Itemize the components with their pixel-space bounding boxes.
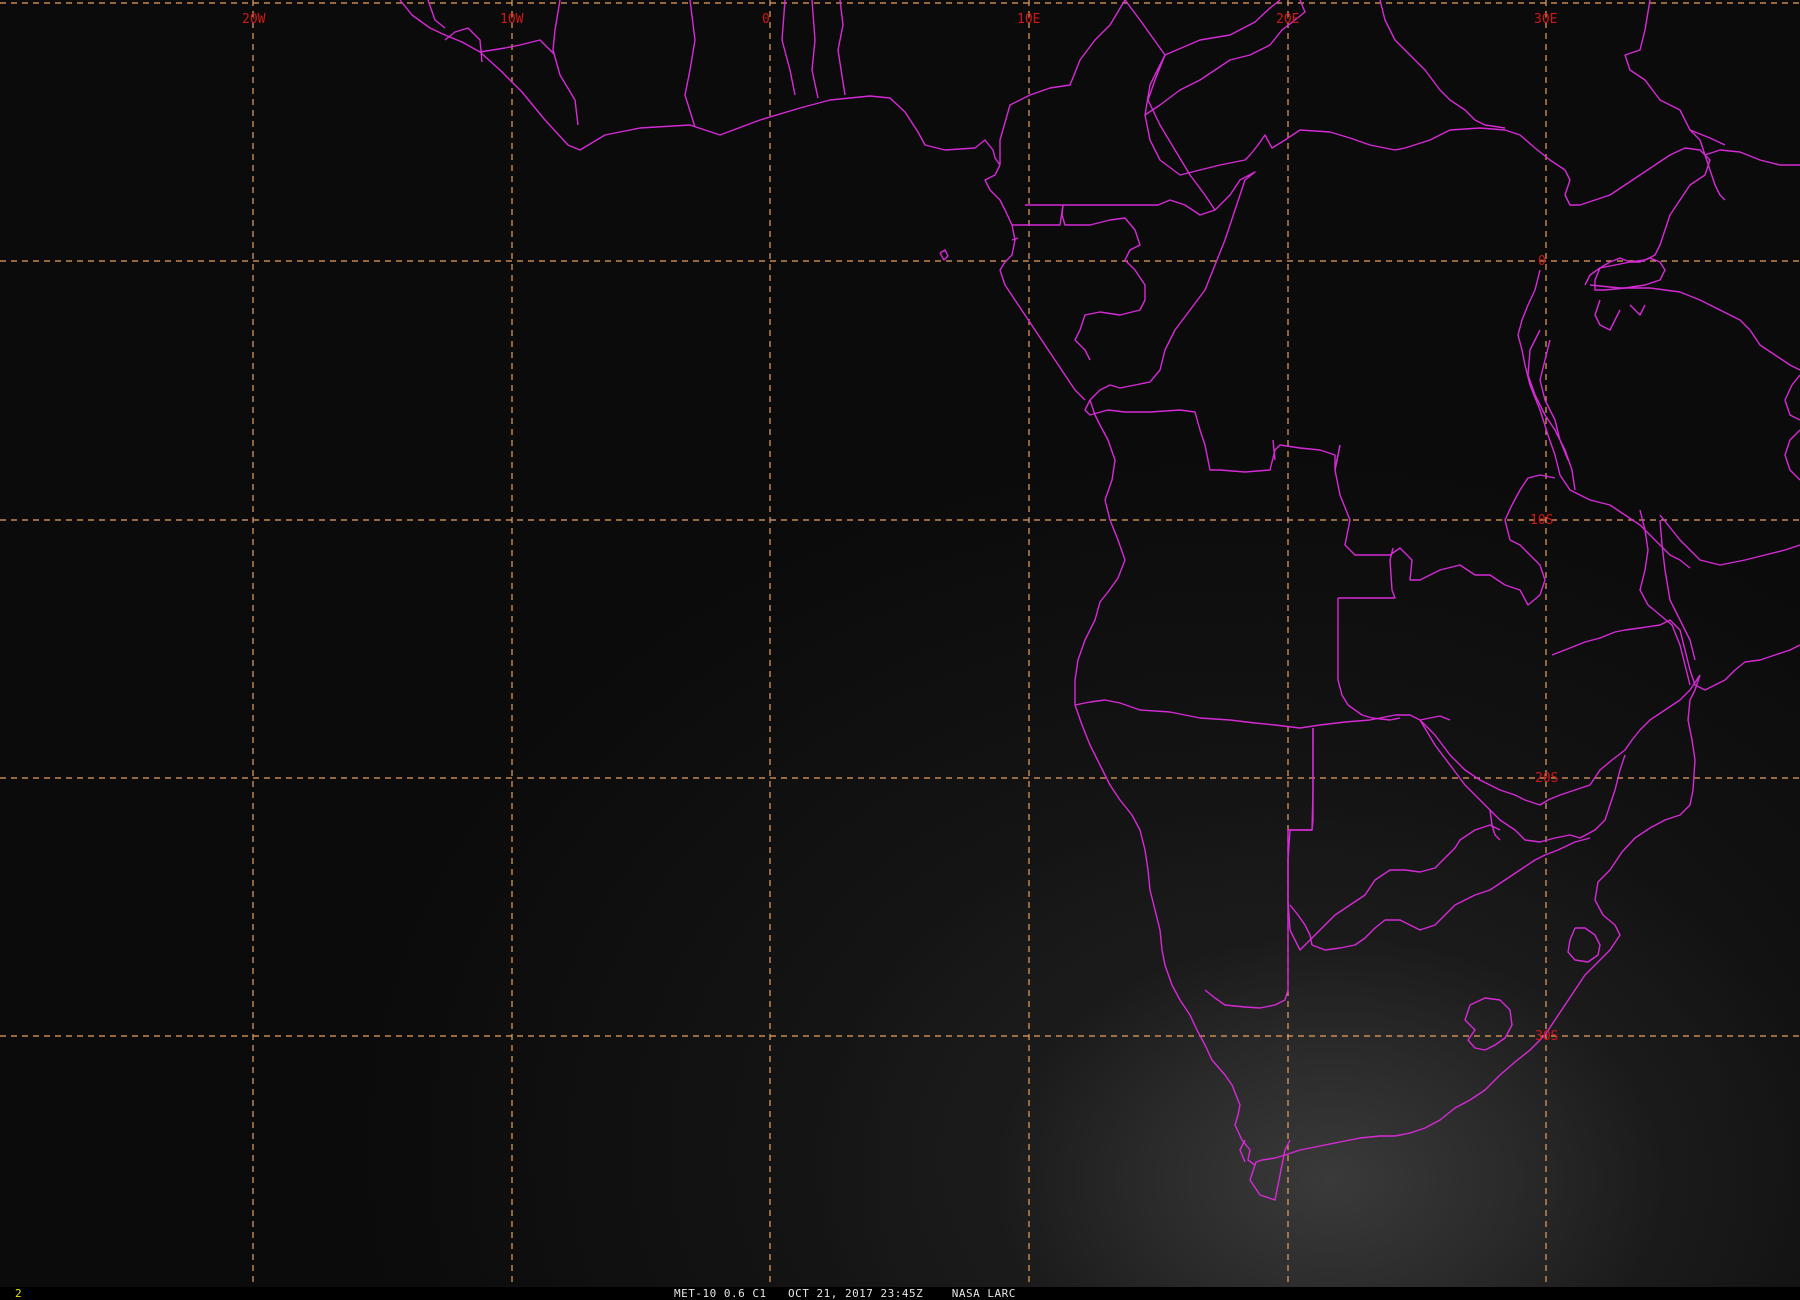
cameroon-eastern-border [1025, 0, 1216, 216]
congo-drc-border [1089, 171, 1256, 401]
lat-label-0: 0 [1538, 254, 1546, 269]
bioko-island [939, 249, 949, 261]
drc-angola-border [1084, 399, 1341, 473]
satellite-image: 20W 10W 0 10E 20E 30E 0 10S 20S 30S [0, 0, 1800, 1287]
lat-label-30s: 30S [1535, 1029, 1558, 1044]
angola-namibia-border [1074, 699, 1451, 729]
equatorial-guinea-border [1011, 204, 1064, 241]
lon-label-20w: 20W [242, 12, 266, 27]
lon-label-20e: 20E [1276, 12, 1299, 27]
lon-label-10w: 10W [500, 12, 524, 27]
botswana-borders [1287, 728, 1501, 951]
lon-label-0: 0 [762, 12, 770, 27]
lat-label-20s: 20S [1535, 771, 1558, 786]
namibia-eastern-border [1204, 728, 1314, 1009]
eswatini-border [1567, 927, 1601, 963]
zambia-mozambique-border [1551, 619, 1800, 691]
namibia-coastline [1074, 704, 1256, 1166]
frame-number: 2 [15, 1287, 22, 1300]
lake-victoria-shore [1594, 257, 1666, 331]
country-borders [399, 0, 1800, 1201]
car-borders [1144, 0, 1566, 176]
image-caption: MET-10 0.6 C1 OCT 21, 2017 23:45Z NASA L… [674, 1287, 1016, 1300]
zimbabwe-borders [1419, 719, 1626, 843]
lon-label-30e: 30E [1534, 12, 1557, 27]
zambia-zimbabwe-border [1419, 674, 1701, 806]
ethiopia-kenya-border [1689, 129, 1800, 201]
map-overlay: 20W 10W 0 10E 20E 30E 0 10S 20S 30S [0, 0, 1800, 1287]
lesotho-border [1464, 997, 1513, 1051]
status-bar: 2 MET-10 0.6 C1 OCT 21, 2017 23:45Z NASA… [0, 1287, 1800, 1300]
angola-coastline [1074, 399, 1126, 705]
latlon-grid [0, 0, 1800, 1287]
lat-label-10s: 10S [1530, 513, 1553, 528]
gabon-congo-border [1061, 204, 1146, 361]
grid-labels: 20W 10W 0 10E 20E 30E 0 10S 20S 30S [242, 12, 1558, 1044]
lon-label-10e: 10E [1017, 12, 1040, 27]
drc-zambia-border [1334, 444, 1556, 606]
tanzania-southern-border [1659, 514, 1800, 566]
east-africa-borders [1564, 147, 1711, 286]
lake-tanganyika-shore [1527, 329, 1576, 491]
mozambique-coastline [1584, 674, 1701, 976]
angola-zambia-border [1337, 547, 1401, 721]
botswana-south-africa-border [1289, 837, 1591, 951]
satellite-image-viewer: 20W 10W 0 10E 20E 30E 0 10S 20S 30S 2 ME… [0, 0, 1800, 1300]
cameroon-coast [984, 164, 1086, 401]
west-africa-coastline [399, 0, 1001, 166]
tanzania-northern-border [1589, 284, 1800, 481]
sudan-chad-border [1144, 0, 1711, 171]
south-africa-coastline [1239, 974, 1586, 1201]
